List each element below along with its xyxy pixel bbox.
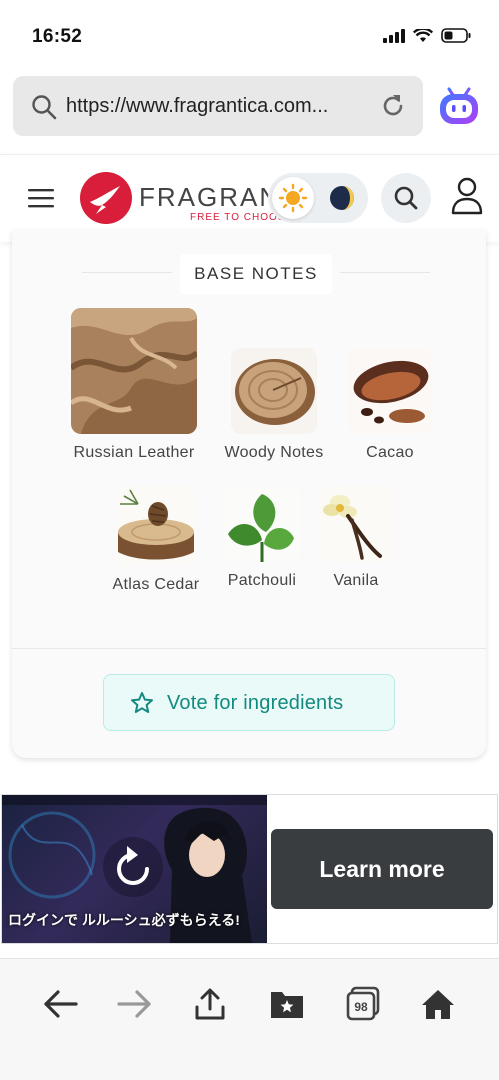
section-title: BASE NOTES xyxy=(180,254,332,294)
bookmarks-button[interactable] xyxy=(267,984,307,1024)
base-notes-card: BASE NOTES Russian Leather Woody Notes C… xyxy=(12,230,486,758)
ad-image[interactable]: ログインで ルルーシュ必ずもらえる! xyxy=(2,795,267,943)
status-icons xyxy=(383,28,471,43)
home-icon xyxy=(422,990,454,1019)
note-item[interactable]: Woody Notes xyxy=(218,348,330,462)
hummingbird-icon xyxy=(90,186,120,214)
note-name: Vanila xyxy=(333,572,379,589)
learn-more-button[interactable]: Learn more xyxy=(271,829,493,909)
ad-banner-text: ログインで ルルーシュ必ずもらえる! xyxy=(8,912,240,928)
note-name: Atlas Cedar xyxy=(112,576,200,593)
user-icon[interactable] xyxy=(451,177,483,215)
note-item[interactable]: Patchouli xyxy=(218,486,306,590)
status-bar: 16:52 xyxy=(0,0,499,70)
status-time: 16:52 xyxy=(32,26,83,47)
wood-slice-image xyxy=(231,348,317,434)
address-bar[interactable]: https://www.fragrantica.com... xyxy=(13,76,423,136)
note-item[interactable]: Russian Leather xyxy=(62,308,206,462)
bookmark-folder-icon xyxy=(271,992,303,1018)
url-text[interactable]: https://www.fragrantica.com... xyxy=(66,95,371,118)
note-item[interactable]: Cacao xyxy=(345,348,435,462)
site-header: FRAGRANTICA FREE TO CHOOSE xyxy=(0,154,499,242)
share-button[interactable] xyxy=(190,984,230,1024)
search-icon xyxy=(394,186,418,210)
forward-arrow-icon xyxy=(117,990,151,1018)
note-item[interactable]: Atlas Cedar xyxy=(102,486,210,594)
search-icon xyxy=(32,95,57,120)
wifi-icon xyxy=(413,28,433,42)
divider xyxy=(82,272,172,273)
note-name: Cacao xyxy=(366,444,414,461)
divider xyxy=(340,272,430,273)
vote-label: Vote for ingredients xyxy=(167,692,344,714)
replay-icon[interactable] xyxy=(101,835,165,899)
tabs-count: 98 xyxy=(354,1000,368,1014)
browser-address-area: https://www.fragrantica.com... xyxy=(0,70,499,154)
signal-icon xyxy=(383,28,405,43)
note-item[interactable]: Vanila xyxy=(314,486,398,590)
back-arrow-icon xyxy=(44,990,78,1018)
back-button[interactable] xyxy=(40,984,80,1024)
menu-icon[interactable] xyxy=(28,188,54,208)
patchouli-leaf-image xyxy=(224,486,300,562)
note-name: Woody Notes xyxy=(224,444,324,461)
advertisement[interactable]: ログインで ルルーシュ必ずもらえる! Learn more xyxy=(1,794,498,944)
battery-icon xyxy=(441,28,471,43)
star-icon xyxy=(131,692,153,713)
note-name: Russian Leather xyxy=(73,444,195,461)
cedar-image xyxy=(116,486,196,566)
logo-emblem[interactable] xyxy=(80,172,132,224)
cacao-image xyxy=(347,348,433,434)
sun-icon xyxy=(272,177,314,219)
tabs-button[interactable]: 98 xyxy=(343,984,383,1024)
forward-button[interactable] xyxy=(115,984,155,1024)
leather-image xyxy=(71,308,197,434)
browser-toolbar: 98 xyxy=(0,958,499,1080)
note-name: Patchouli xyxy=(227,572,297,589)
share-icon xyxy=(195,988,225,1020)
divider xyxy=(12,648,486,649)
assistant-bot-icon[interactable] xyxy=(437,84,481,128)
vanilla-flower-image xyxy=(318,486,394,562)
reload-icon[interactable] xyxy=(379,92,407,120)
header-search-button[interactable] xyxy=(381,173,431,223)
vote-ingredients-button[interactable]: Vote for ingredients xyxy=(103,674,395,731)
theme-toggle[interactable] xyxy=(268,173,368,223)
moon-icon xyxy=(330,186,354,210)
home-button[interactable] xyxy=(418,984,458,1024)
